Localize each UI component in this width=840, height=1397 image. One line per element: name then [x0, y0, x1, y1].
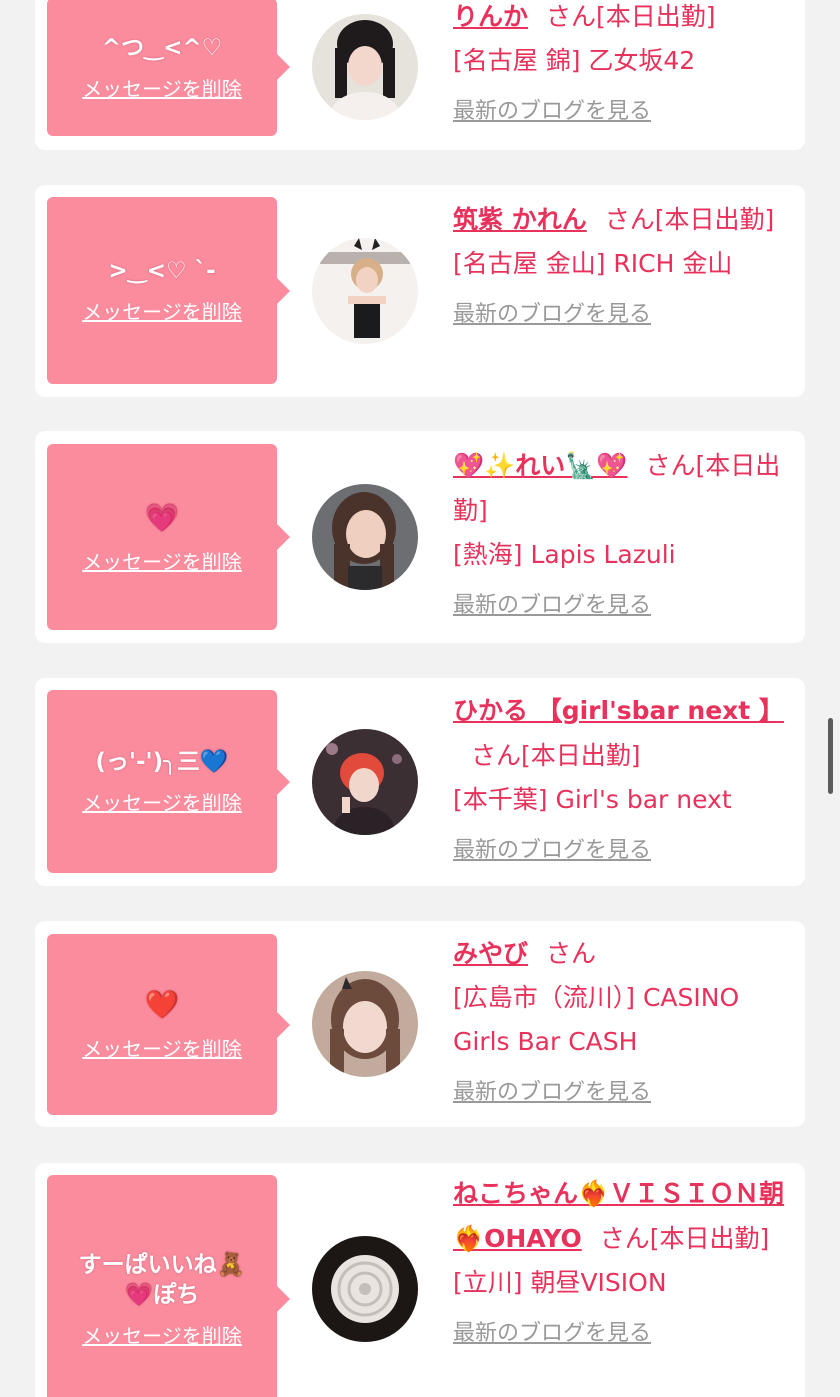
avatar-photo	[312, 484, 418, 590]
honorific: さん	[599, 1224, 650, 1253]
avatar-photo	[312, 729, 418, 835]
scrollbar[interactable]	[828, 718, 833, 794]
name-line: 💖✨れい🗽💖 さん[本日出勤]	[453, 443, 789, 533]
message-card: すーぱいいね🧸 💗ぽち メッセージを削除 ねこちゃん❤️‍🔥ＶＩＳＩＯＮ朝❤️‍…	[35, 1163, 805, 1397]
work-status: [本日出勤]	[654, 205, 775, 234]
name-line: 筑紫 かれん さん[本日出勤]	[453, 197, 789, 242]
avatar[interactable]	[312, 1236, 418, 1342]
shop-name: [名古屋 金山] RICH 金山	[453, 249, 733, 278]
message-bubble: (っ'-')╮三💙 メッセージを削除	[47, 690, 290, 873]
cast-name-link[interactable]: みやび	[453, 939, 528, 968]
shop-name: [本千葉] Girl's bar next	[453, 785, 732, 814]
message-card: (っ'-')╮三💙 メッセージを削除 ひかる 【girl'sbar next 】…	[35, 678, 805, 886]
avatar[interactable]	[312, 14, 418, 120]
avatar[interactable]	[312, 971, 418, 1077]
message-card: ❤️ メッセージを削除 みやび さん [広島市（流川）] CASINO Girls…	[35, 921, 805, 1127]
work-status: [本日出勤]	[649, 1224, 770, 1253]
avatar-photo	[312, 971, 418, 1077]
honorific: さん	[546, 2, 597, 31]
cast-name-link[interactable]: 筑紫 かれん	[453, 205, 587, 234]
work-status: [本日出勤]	[521, 741, 641, 770]
message-card: ^つ‿<^♡ メッセージを削除 りんか さん[本日出勤] [名古屋 錦] 乙女坂4…	[35, 0, 805, 150]
name-line: りんか さん[本日出勤]	[453, 0, 789, 39]
message-bubble: 💗 メッセージを削除	[47, 444, 290, 630]
delete-message-link[interactable]: メッセージを削除	[82, 787, 242, 816]
cast-info: みやび さん [広島市（流川）] CASINO Girls Bar CASH 最新…	[453, 931, 789, 1115]
delete-message-link[interactable]: メッセージを削除	[82, 1320, 242, 1349]
message-list-page: ^つ‿<^♡ メッセージを削除 りんか さん[本日出勤] [名古屋 錦] 乙女坂4…	[0, 0, 840, 1397]
avatar-photo	[312, 14, 418, 120]
honorific: さん	[546, 939, 597, 968]
avatar-photo	[312, 238, 418, 344]
shop-name: [熱海] Lapis Lazuli	[453, 540, 676, 569]
delete-message-link[interactable]: メッセージを削除	[82, 1033, 242, 1062]
message-bubble: >‿<♡ ˋ- メッセージを削除	[47, 197, 290, 384]
honorific: さん	[645, 451, 696, 480]
avatar[interactable]	[312, 484, 418, 590]
shop-name: [名古屋 錦] 乙女坂42	[453, 46, 696, 75]
shop-name: [広島市（流川）] CASINO Girls Bar CASH	[453, 983, 740, 1056]
work-status: [本日出勤]	[596, 2, 716, 31]
message-text: すーぱいいね🧸 💗ぽち	[78, 1251, 246, 1308]
message-text: >‿<♡ ˋ-	[108, 258, 216, 284]
message-text: 💗	[144, 500, 180, 534]
delete-message-link[interactable]: メッセージを削除	[82, 296, 242, 325]
latest-blog-link[interactable]: 最新のブログを見る	[453, 583, 651, 628]
cast-name-link[interactable]: 💖✨れい🗽💖	[453, 451, 628, 480]
cast-info: ねこちゃん❤️‍🔥ＶＩＳＩＯＮ朝❤️‍🔥OHAYO さん[本日出勤] [立川] 朝…	[453, 1171, 789, 1356]
name-line: ひかる 【girl'sbar next 】さん[本日出勤]	[453, 688, 789, 778]
name-line: ねこちゃん❤️‍🔥ＶＩＳＩＯＮ朝❤️‍🔥OHAYO さん[本日出勤]	[453, 1171, 789, 1261]
message-bubble: すーぱいいね🧸 💗ぽち メッセージを削除	[47, 1175, 290, 1397]
honorific: さん	[604, 205, 655, 234]
message-text: (っ'-')╮三💙	[95, 749, 229, 775]
cast-info: ひかる 【girl'sbar next 】さん[本日出勤] [本千葉] Girl…	[453, 688, 789, 873]
message-card: >‿<♡ ˋ- メッセージを削除 筑紫 かれん さん[本日出勤] [名古屋 金山]…	[35, 185, 805, 397]
cast-name-link[interactable]: ひかる 【girl'sbar next 】	[453, 696, 784, 725]
latest-blog-link[interactable]: 最新のブログを見る	[453, 1311, 651, 1356]
delete-message-link[interactable]: メッセージを削除	[82, 73, 242, 102]
message-bubble: ^つ‿<^♡ メッセージを削除	[47, 0, 290, 136]
cast-name-link[interactable]: りんか	[453, 2, 528, 31]
latest-blog-link[interactable]: 最新のブログを見る	[453, 828, 651, 873]
message-card: 💗 メッセージを削除 💖✨れい🗽💖 さん[本日出勤] [熱海] Lapis Laz…	[35, 431, 805, 643]
cast-info: りんか さん[本日出勤] [名古屋 錦] 乙女坂42 最新のブログを見る	[453, 0, 789, 134]
avatar[interactable]	[312, 729, 418, 835]
cast-info: 💖✨れい🗽💖 さん[本日出勤] [熱海] Lapis Lazuli 最新のブログを…	[453, 443, 789, 628]
honorific: さん	[471, 741, 522, 770]
latest-blog-link[interactable]: 最新のブログを見る	[453, 1070, 651, 1115]
avatar-photo	[312, 1236, 418, 1342]
delete-message-link[interactable]: メッセージを削除	[82, 546, 242, 575]
avatar[interactable]	[312, 238, 418, 344]
shop-name: [立川] 朝昼VISION	[453, 1268, 667, 1297]
name-line: みやび さん	[453, 931, 789, 976]
latest-blog-link[interactable]: 最新のブログを見る	[453, 292, 651, 337]
message-text: ❤️	[144, 988, 180, 1021]
message-text: ^つ‿<^♡	[101, 34, 223, 61]
cast-info: 筑紫 かれん さん[本日出勤] [名古屋 金山] RICH 金山 最新のブログを見…	[453, 197, 789, 337]
latest-blog-link[interactable]: 最新のブログを見る	[453, 89, 651, 134]
message-bubble: ❤️ メッセージを削除	[47, 934, 290, 1115]
